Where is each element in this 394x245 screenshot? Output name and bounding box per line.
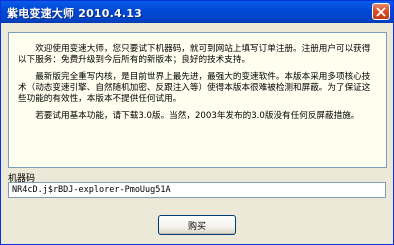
register-dialog: 紫电变速大师 2010.4.13 欢迎使用变速大师，您只要试下机器码，就可到网站…: [0, 0, 394, 245]
close-button[interactable]: [372, 3, 390, 20]
close-icon: [376, 7, 386, 16]
message-paragraph-2: 最新版完全重写内核，是目前世界上最先进，最强大的变速软件。本版本采用多项核心技术…: [18, 72, 371, 104]
window-title: 紫电变速大师 2010.4.13: [7, 7, 142, 20]
message-panel: 欢迎使用变速大师，您只要试下机器码，就可到网站上填写订单注册。注册用户可以获得以…: [8, 32, 387, 168]
machine-code-field[interactable]: NR4cD.j$rBDJ-explorer-PmoUug51A: [8, 182, 386, 198]
buy-button[interactable]: 购买: [158, 215, 236, 235]
message-paragraph-3: 若要试用基本功能，请下载3.0版。当然，2003年发布的3.0版没有任何反屏蔽措…: [35, 111, 360, 121]
title-bar[interactable]: 紫电变速大师 2010.4.13: [1, 1, 393, 23]
message-paragraph-1: 欢迎使用变速大师，您只要试下机器码，就可到网站上填写订单注册。注册用户可以获得以…: [18, 44, 371, 65]
